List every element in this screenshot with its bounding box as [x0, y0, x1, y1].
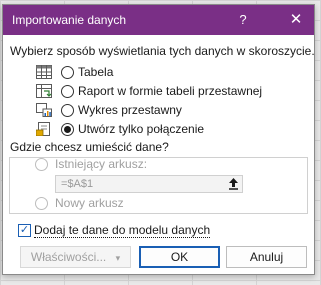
ok-button[interactable]: OK — [139, 246, 220, 268]
pivot-chart-radio[interactable] — [61, 104, 74, 117]
properties-button[interactable]: Właściwości... ▾ — [20, 246, 131, 268]
table-icon — [36, 65, 52, 79]
help-button[interactable]: ? — [229, 5, 257, 35]
pivot-table-radio[interactable] — [61, 85, 74, 98]
table-option-label: Tabela — [78, 65, 114, 79]
connection-only-option-label: Utwórz tylko połączenie — [78, 122, 205, 136]
pivot-chart-icon — [36, 103, 52, 117]
collapse-dialog-icon[interactable] — [225, 176, 242, 192]
title-bar[interactable]: Importowanie danych ? ✕ — [3, 5, 314, 35]
properties-button-label: Właściwości... — [30, 250, 107, 264]
cancel-button[interactable]: Anuluj — [226, 246, 307, 268]
new-sheet-label: Nowy arkusz — [55, 196, 124, 210]
existing-sheet-radio[interactable] — [35, 158, 48, 171]
connection-only-icon — [36, 122, 50, 136]
dialog-title: Importowanie danych — [12, 13, 127, 27]
location-prompt: Gdzie chcesz umieścić dane? — [10, 140, 169, 154]
dropdown-arrow-icon: ▾ — [115, 253, 121, 263]
pivot-chart-option-label: Wykres przestawny — [78, 103, 182, 117]
new-sheet-radio[interactable] — [35, 197, 48, 210]
import-data-dialog: Importowanie danych ? ✕ Wybierz sposób w… — [2, 4, 315, 275]
connection-only-radio[interactable] — [61, 123, 74, 136]
existing-sheet-label: Istniejący arkusz: — [55, 157, 148, 171]
table-radio[interactable] — [61, 66, 74, 79]
close-button[interactable]: ✕ — [277, 5, 315, 35]
pivot-table-option-label: Raport w formie tabeli przestawnej — [78, 84, 263, 98]
display-prompt: Wybierz sposób wyświetlania tych danych … — [10, 44, 315, 58]
pivot-table-icon — [36, 84, 52, 98]
add-to-data-model-label[interactable]: Dodaj te dane do modelu danych — [34, 223, 211, 238]
add-to-data-model-checkbox[interactable]: ✓ — [18, 224, 31, 237]
existing-sheet-reference-input[interactable]: =$A$1 — [55, 175, 243, 193]
